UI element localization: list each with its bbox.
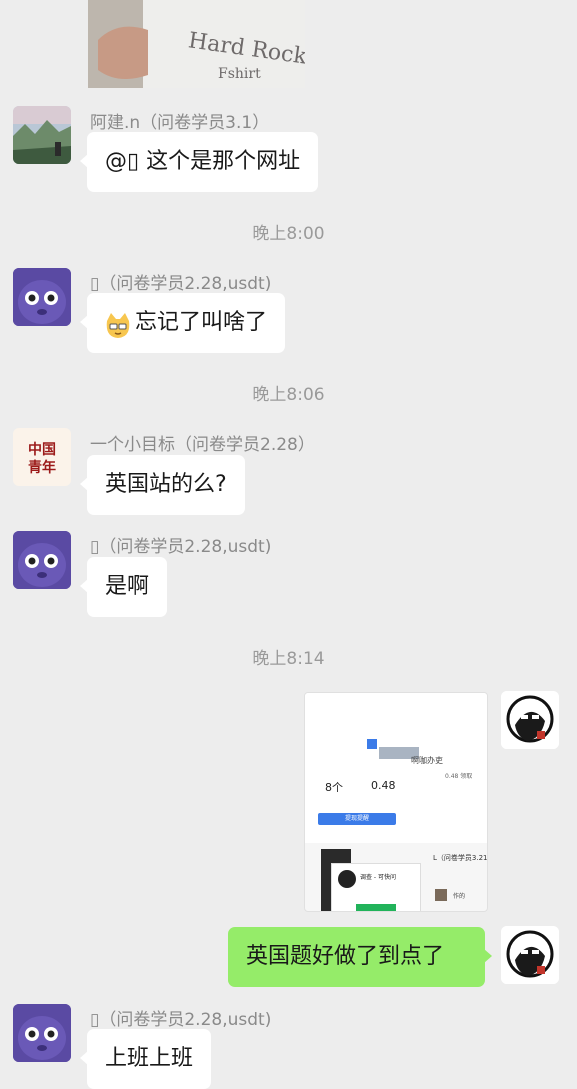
sender-name: 阿建.n（问卷学员3.1） [90,113,270,133]
sender-name: ▯（问卷学员2.28,usdt) [90,537,272,557]
avatar-china-youth[interactable]: 中国 青年 [13,428,71,486]
image-small-label: 作的 [453,893,466,900]
purple-monster-icon [13,1004,71,1062]
image-card-green-button [356,904,396,911]
image-small-thumb [435,889,447,901]
timestamp: 晚上8:00 [252,224,325,244]
avatar-self[interactable] [501,691,559,749]
avatar-self[interactable] [501,926,559,984]
avatar-purple-monster[interactable] [13,268,71,326]
message-bubble[interactable]: 上班上班 [79,1029,212,1089]
image-card: 调查 - 可快问 [331,863,421,911]
tshirt-photo-image: Hard Rock Fshirt [88,0,305,88]
avatar-purple-monster[interactable] [13,1004,71,1062]
svg-text:Fshirt: Fshirt [218,66,261,82]
message-bubble[interactable]: @▯ 这个是那个网址 [79,132,319,192]
image-message[interactable]: 啊咖办吏 8个 0.48 0.48 领取 提现提醒 L（问卷学员3.21) 调查… [304,692,488,912]
avatar-purple-monster[interactable] [13,531,71,589]
cat-face-emoji-icon [103,305,133,338]
message-text: 忘记了叫啥了 [135,310,268,335]
avatar-jian[interactable] [13,106,71,164]
image-card-title: 调查 - 可快问 [360,874,396,881]
image-card-avatar [338,870,356,888]
message-bubble-sent[interactable]: 英国题好做了到点了 [228,927,492,987]
stat1-value: 8个 [325,781,343,794]
image-button-label: 提现提醒 [344,815,369,822]
sender-name: 一个小目标（问卷学员2.28） [90,435,315,455]
landscape-avatar-image [13,106,71,164]
stat2-value: 0.48 [371,779,396,792]
avatar-text-line1: 中国 [28,442,56,458]
message-bubble[interactable]: 是啊 [79,557,168,617]
image-blue-button: 提现提醒 [318,813,396,825]
purple-monster-icon [13,531,71,589]
timestamp: 晚上8:06 [252,385,325,405]
sketch-avatar-icon [501,926,559,984]
avatar-text-line2: 青年 [28,460,56,476]
image-title-text: 啊咖办吏 [411,756,443,765]
sketch-avatar-icon [501,691,559,749]
message-bubble[interactable]: 英国站的么? [80,455,245,515]
photo-message-top[interactable]: Hard Rock Fshirt [88,0,305,88]
list-label: 0.48 领取 [445,773,473,780]
blue-square [367,739,377,749]
message-bubble[interactable]: 忘记了叫啥了 [79,293,286,353]
image-subheader: L（问卷学员3.21) [433,854,488,862]
sender-name: ▯（问卷学员2.28,usdt) [90,1010,272,1030]
timestamp: 晚上8:14 [252,649,325,669]
sender-name: ▯（问卷学员2.28,usdt) [90,274,272,294]
purple-monster-icon [13,268,71,326]
